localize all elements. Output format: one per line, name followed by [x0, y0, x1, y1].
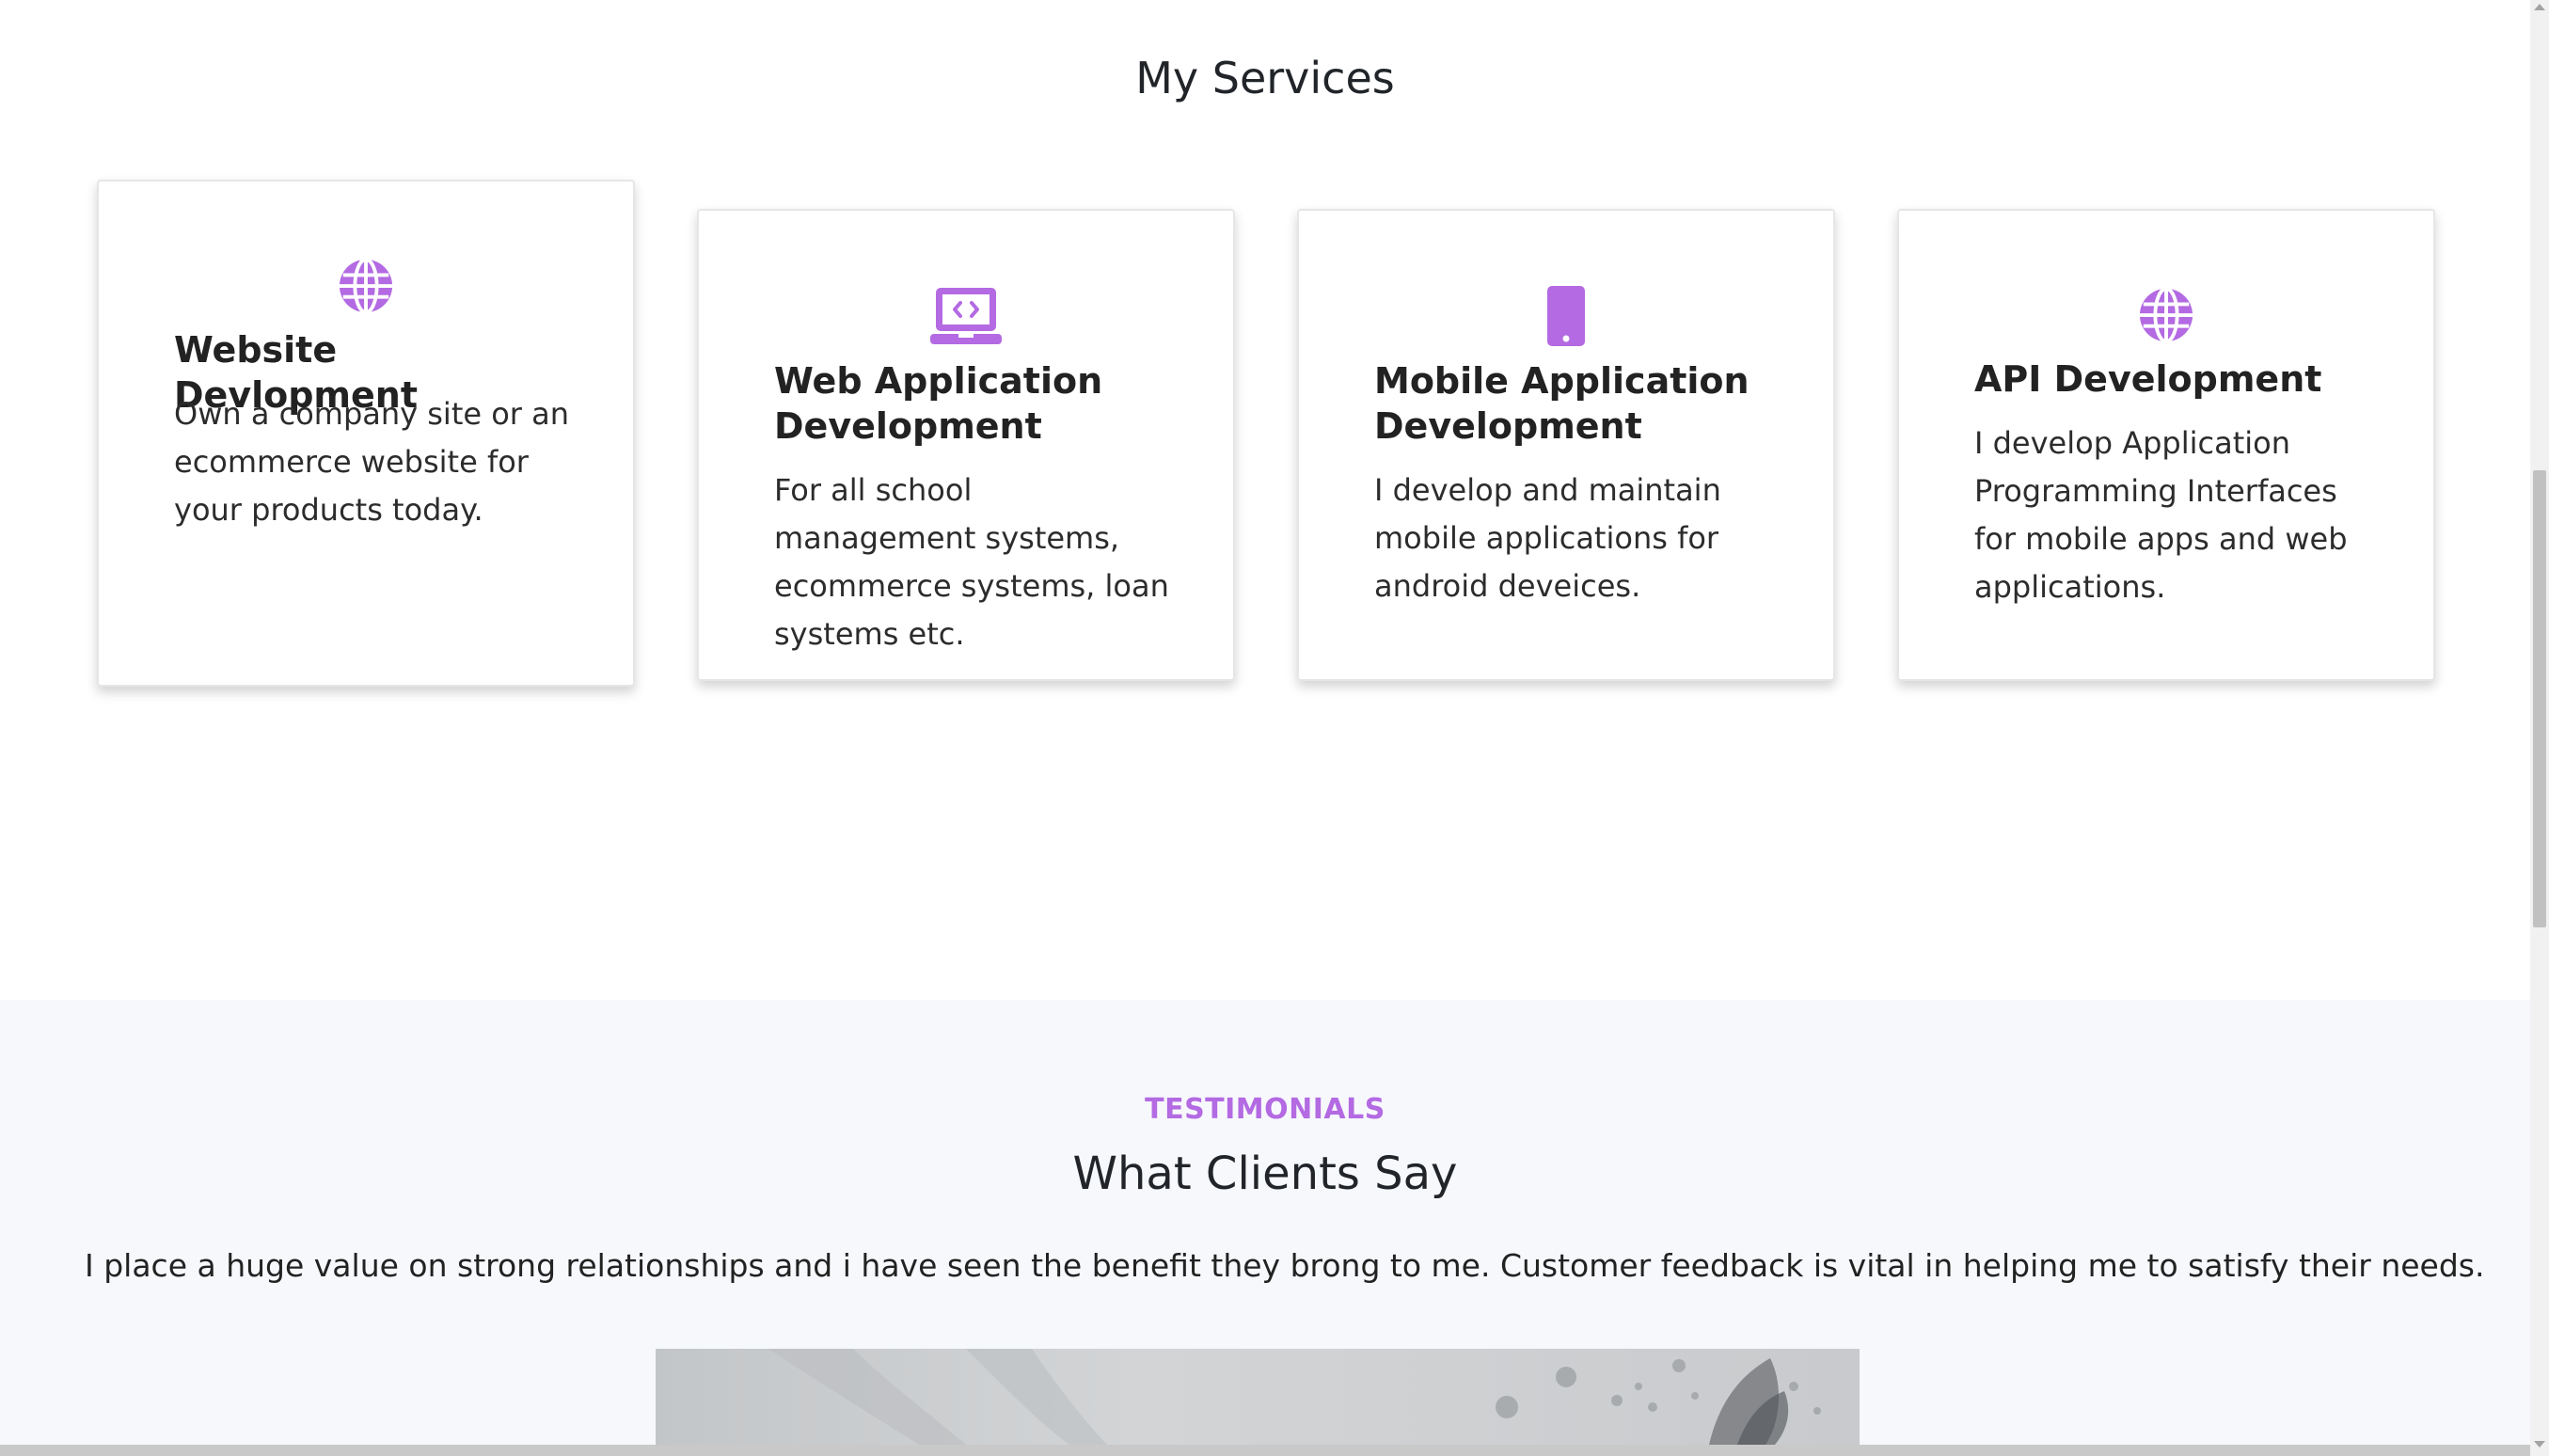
scrollbar-thumb[interactable] [2533, 470, 2546, 927]
globe-icon [99, 257, 633, 319]
service-card-text: I develop and maintain mobile applicatio… [1374, 472, 1721, 604]
testimonials-intro: I place a huge value on strong relations… [85, 1247, 2485, 1284]
testimonials-eyebrow: TESTIMONIALS [1145, 1093, 1385, 1126]
service-card-mobile-application: Mobile Application Development I develop… [1297, 209, 1835, 681]
vertical-scrollbar[interactable] [2530, 0, 2549, 1456]
services-section: My Services Website Devlopment Own a com… [0, 0, 2530, 1000]
services-title: My Services [1135, 53, 1395, 103]
service-card-title: Web Application Development [774, 360, 1103, 447]
service-card-text: Own a company site or an ecommerce websi… [174, 396, 570, 528]
service-card-web-application: Web Application Development For all scho… [697, 209, 1235, 681]
horizontal-scrollbar[interactable] [0, 1445, 2530, 1456]
page-viewport: My Services Website Devlopment Own a com… [0, 0, 2530, 1445]
globe-icon [1899, 286, 2433, 348]
testimonial-background-image [656, 1349, 1860, 1445]
scroll-up-arrow-icon[interactable] [2534, 4, 2545, 10]
testimonials-title: What Clients Say [1072, 1147, 1458, 1200]
service-card-title: API Development [1974, 358, 2322, 400]
mobile-phone-icon [1299, 286, 1833, 348]
service-card-api: API Development I develop Application Pr… [1897, 209, 2435, 681]
laptop-code-icon [699, 286, 1233, 348]
scroll-down-arrow-icon[interactable] [2534, 1441, 2545, 1448]
service-card-title: Mobile Application Development [1374, 360, 1749, 447]
testimonials-section: TESTIMONIALS What Clients Say I place a … [0, 1000, 2530, 1445]
service-card-website: Website Devlopment Own a company site or… [97, 180, 635, 687]
service-card-text: For all school management systems, ecomm… [774, 472, 1169, 652]
service-card-text: I develop Application Programming Interf… [1974, 425, 2348, 605]
